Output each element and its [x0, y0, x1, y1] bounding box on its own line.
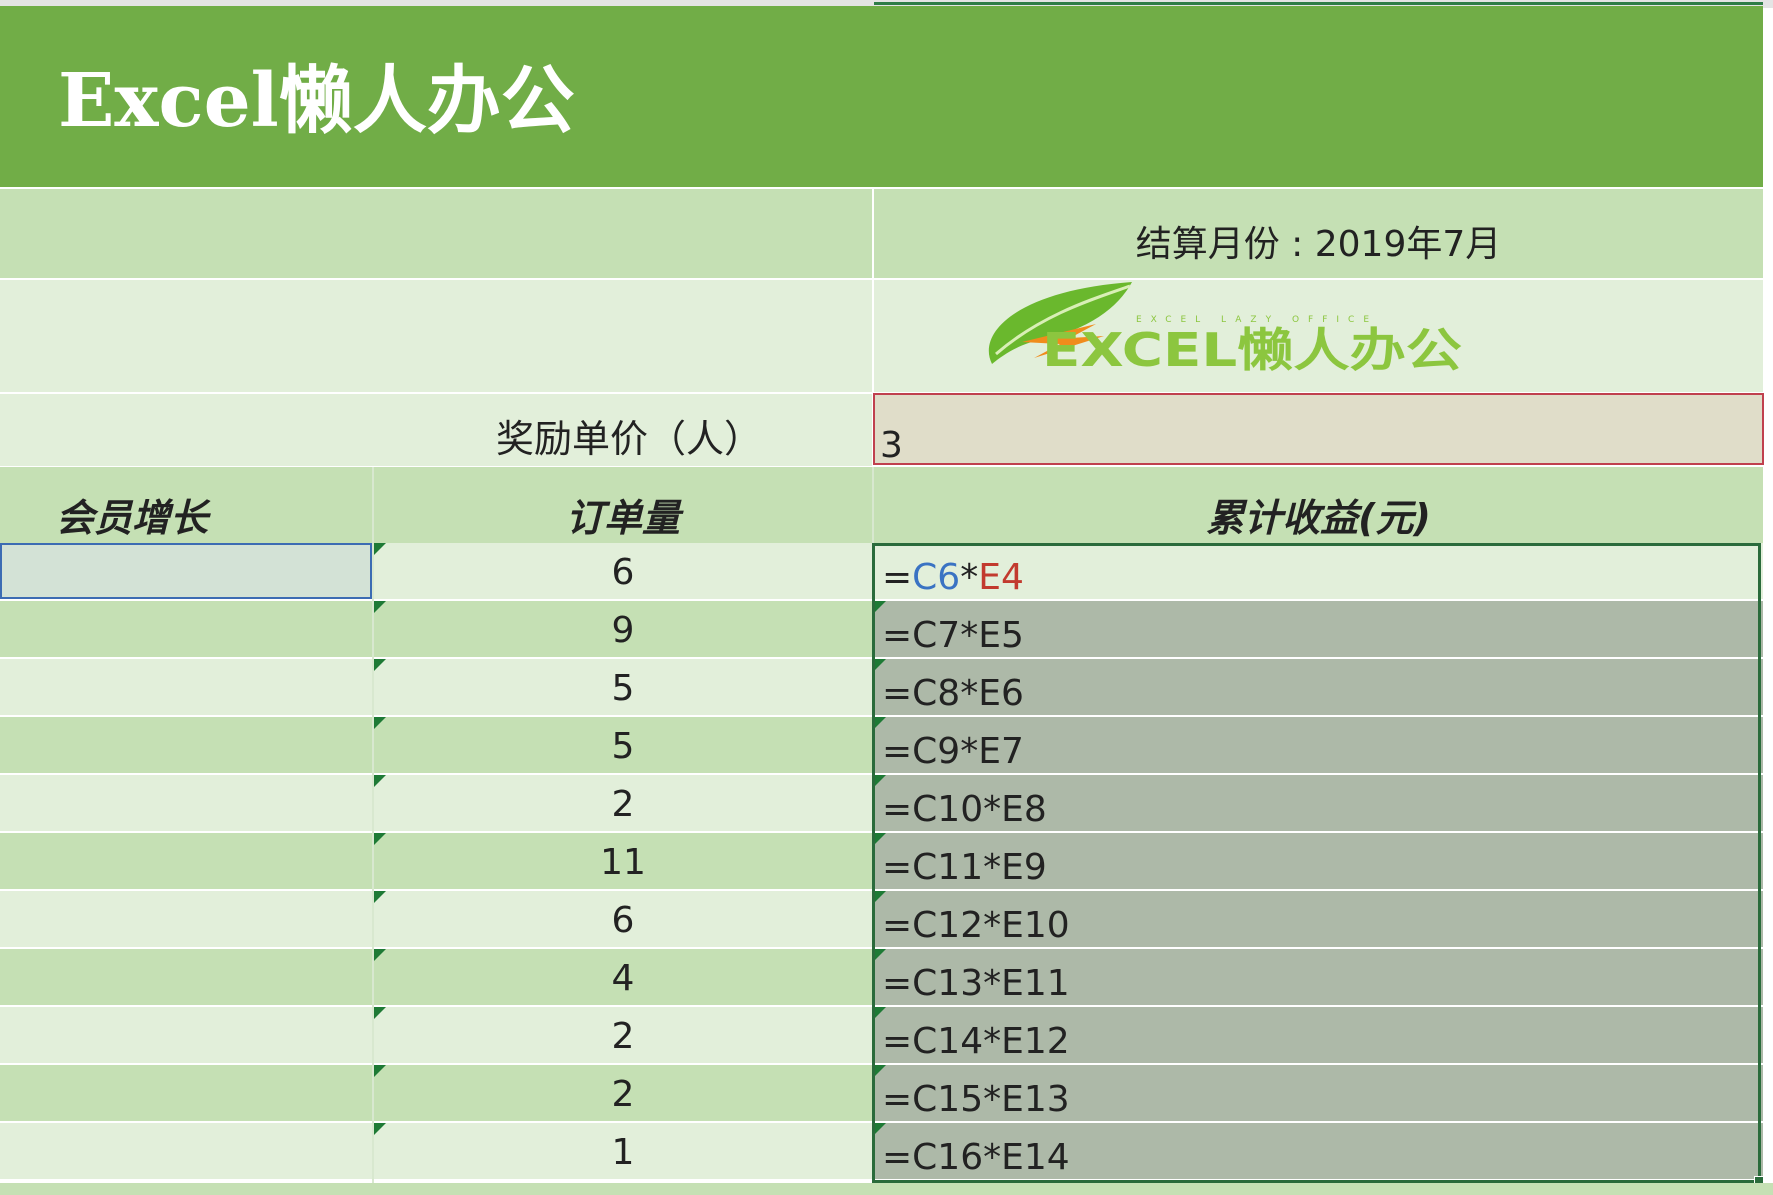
order-qty-cell[interactable]: 5	[374, 659, 872, 715]
settlement-month-label: 结算月份 : 2019年7月	[1135, 224, 1502, 265]
selection-range-border	[872, 543, 1761, 1183]
header-cumulative-income: 累计收益(元)	[1206, 496, 1431, 540]
logo-row-left-cell[interactable]	[0, 280, 872, 392]
member-growth-cell[interactable]	[0, 717, 372, 773]
order-qty-cell[interactable]: 1	[374, 1123, 872, 1179]
order-qty-cell[interactable]: 6	[374, 891, 872, 947]
order-qty-cell[interactable]: 2	[374, 1007, 872, 1063]
order-qty-value: 5	[611, 668, 635, 709]
order-qty-value: 2	[611, 1074, 635, 1115]
order-qty-value: 9	[611, 610, 635, 651]
order-qty-value: 6	[611, 552, 635, 593]
date-row-left-cell[interactable]	[0, 189, 872, 278]
order-qty-cell[interactable]: 6	[374, 543, 872, 599]
order-qty-cell[interactable]: 2	[374, 775, 872, 831]
logo-brand-text: EXCEL懒人办公	[1042, 323, 1462, 377]
member-growth-cell[interactable]	[0, 891, 372, 947]
member-growth-cell[interactable]	[0, 949, 372, 1005]
reward-price-label: 奖励单价（人）	[495, 417, 762, 461]
sheet-title: Excel懒人办公	[58, 58, 575, 144]
order-qty-value: 2	[611, 1016, 635, 1057]
excel-lazy-office-logo: EXCEL LAZY OFFICE EXCEL懒人办公	[988, 282, 1462, 377]
title-banner: Excel懒人办公	[0, 6, 1763, 187]
member-growth-cell[interactable]	[0, 1007, 372, 1063]
logo-row-right-cell[interactable]: EXCEL LAZY OFFICE EXCEL懒人办公	[874, 280, 1763, 392]
member-growth-cell[interactable]	[0, 659, 372, 715]
header-order-qty: 订单量	[565, 496, 680, 540]
reward-price-label-cell[interactable]: 奖励单价（人）	[0, 394, 872, 466]
order-qty-value: 11	[600, 842, 646, 883]
reward-price-value: 3	[880, 425, 903, 466]
order-qty-value: 6	[611, 900, 635, 941]
order-qty-cell[interactable]: 5	[374, 717, 872, 773]
reward-price-input-cell[interactable]: 3	[873, 393, 1764, 466]
order-qty-cell[interactable]: 9	[374, 601, 872, 657]
order-qty-cell[interactable]: 4	[374, 949, 872, 1005]
member-growth-cell[interactable]	[0, 775, 372, 831]
order-qty-value: 5	[611, 726, 635, 767]
member-growth-cell[interactable]	[0, 601, 372, 657]
settlement-month-cell[interactable]: 结算月份 : 2019年7月	[874, 189, 1763, 278]
column-divider-a-c	[372, 467, 374, 1183]
member-growth-cell[interactable]	[0, 1065, 372, 1121]
header-order-qty-cell[interactable]: 订单量	[374, 467, 872, 543]
header-member-growth: 会员增长	[56, 496, 209, 540]
order-qty-value: 2	[611, 784, 635, 825]
bottom-row-strip	[0, 1183, 1773, 1195]
member-growth-cell[interactable]	[0, 1123, 372, 1179]
order-qty-cell[interactable]: 2	[374, 1065, 872, 1121]
member-growth-cell[interactable]	[0, 833, 372, 889]
order-qty-value: 4	[611, 958, 635, 999]
header-member-growth-cell[interactable]: 会员增长	[0, 467, 372, 543]
member-growth-cell[interactable]	[0, 543, 372, 599]
header-cumulative-income-cell[interactable]: 累计收益(元)	[874, 467, 1763, 543]
order-qty-cell[interactable]: 11	[374, 833, 872, 889]
order-qty-value: 1	[611, 1132, 635, 1173]
